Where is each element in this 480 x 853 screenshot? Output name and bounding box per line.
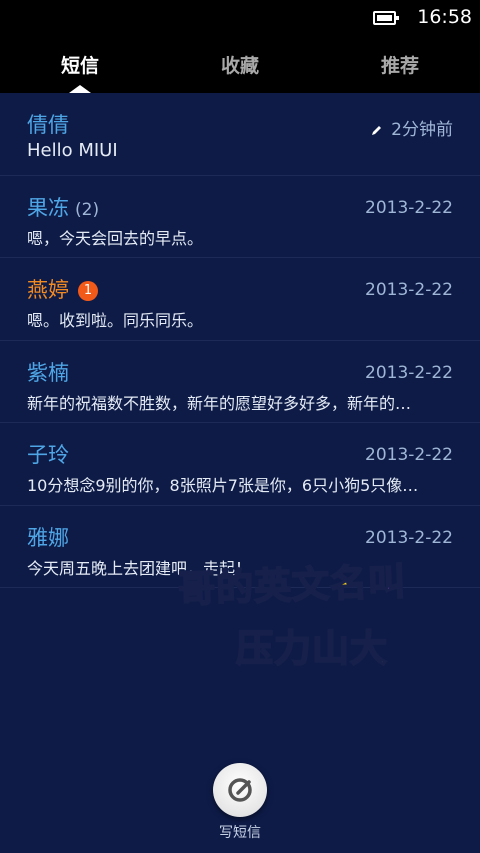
conversation-list: 倩倩 2分钟前 Hello MIUI 果冻 (2) 2013-2-22 嗯，今天会… <box>0 93 480 588</box>
overlay-char: 压 <box>235 626 274 671</box>
message-preview: 10分想念9别的你，8张照片7张是你，6只小狗5只像… <box>27 476 419 495</box>
message-time: 2013-2-22 <box>365 280 453 300</box>
tab-messages[interactable]: 短信 <box>0 51 160 78</box>
conversation-row[interactable]: 子玲 2013-2-22 10分想念9别的你，8张照片7张是你，6只小狗5只像… <box>0 423 480 506</box>
compose-button[interactable] <box>213 763 267 817</box>
overlay-char: 大 <box>349 626 388 671</box>
overlay-caption-line2: 压力山大 <box>235 618 388 672</box>
message-time: 2013-2-22 <box>365 527 453 548</box>
message-time: 2013-2-22 <box>365 197 453 218</box>
conversation-row[interactable]: 燕婷 1 2013-2-22 嗯。收到啦。同乐同乐。 <box>0 258 480 341</box>
overlay-char: 叫 <box>366 559 407 605</box>
tab-favorites[interactable]: 收藏 <box>160 51 320 78</box>
message-time: 2013-2-22 <box>365 362 453 383</box>
message-time-text: 2分钟前 <box>391 120 453 140</box>
pencil-icon <box>372 126 382 135</box>
battery-full-icon <box>373 11 399 25</box>
message-preview: Hello MIUI <box>27 140 118 161</box>
conversation-row[interactable]: 紫楠 2013-2-22 新年的祝福数不胜数，新年的愿望好多好多，新年的… <box>0 341 480 423</box>
overlay-caption-line1: 哥的英文名叫 <box>176 551 407 613</box>
status-bar: 16:58 <box>0 0 480 36</box>
tab-indicator <box>69 85 91 93</box>
overlay-char: 名 <box>328 560 369 606</box>
contact-name-text: 燕婷 <box>27 278 69 302</box>
status-time: 16:58 <box>417 6 472 28</box>
contact-name: 紫楠 <box>27 360 69 385</box>
contact-name: 果冻 (2) <box>27 192 99 222</box>
message-time: 2分钟前 <box>371 115 453 140</box>
message-preview: 嗯。收到啦。同乐同乐。 <box>27 311 204 330</box>
overlay-char: 山 <box>311 626 350 671</box>
contact-name: 雅娜 <box>27 525 69 550</box>
contact-name-text: 果冻 <box>27 195 69 220</box>
overlay-char: 文 <box>290 562 331 608</box>
contact-name: 燕婷 1 <box>27 274 98 304</box>
overlay-char: 英 <box>252 563 293 609</box>
tab-recommended[interactable]: 推荐 <box>320 51 480 78</box>
contact-name: 倩倩 <box>27 113 69 137</box>
compose-icon <box>228 778 252 802</box>
contact-name: 子玲 <box>27 443 69 467</box>
overlay-char: 的 <box>214 564 255 610</box>
conversation-row[interactable]: 倩倩 2分钟前 Hello MIUI <box>0 93 480 176</box>
tab-bar: 短信 收藏 推荐 <box>0 36 480 93</box>
unread-badge: 1 <box>78 281 98 301</box>
message-preview: 嗯，今天会回去的早点。 <box>27 228 204 248</box>
compose-label[interactable]: 写短信 <box>0 822 480 842</box>
overlay-char: 哥 <box>176 566 217 612</box>
message-preview: 新年的祝福数不胜数，新年的愿望好多好多，新年的… <box>27 393 412 413</box>
message-count: (2) <box>75 199 100 220</box>
overlay-char: 力 <box>273 626 312 671</box>
conversation-row[interactable]: 果冻 (2) 2013-2-22 嗯，今天会回去的早点。 <box>0 176 480 258</box>
message-time: 2013-2-22 <box>365 445 453 465</box>
